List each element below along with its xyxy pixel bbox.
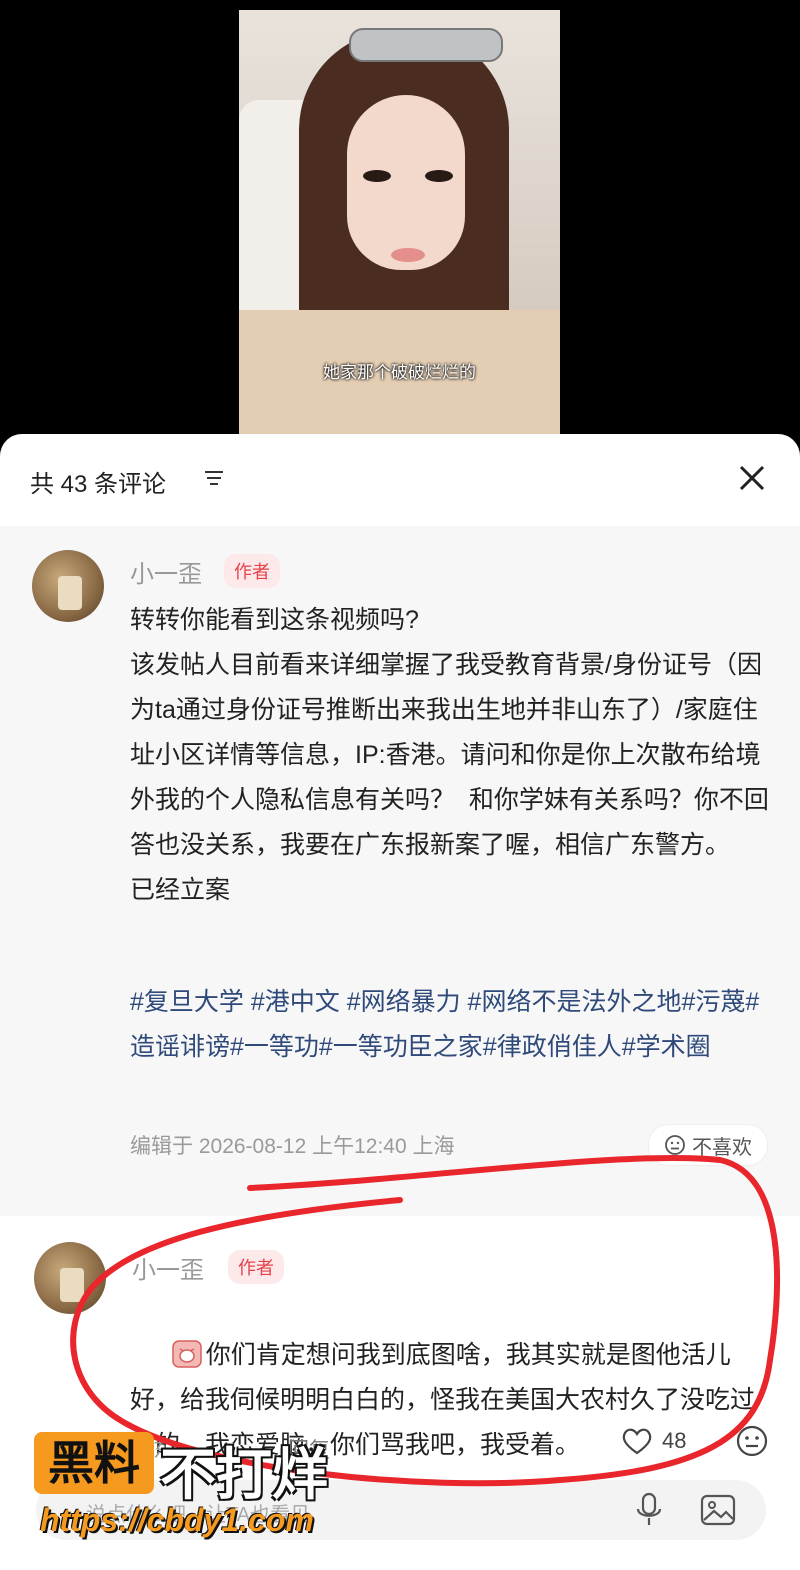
comment-hashtags[interactable]: #复旦大学 #港中文 #网络暴力 #网络不是法外之地#污蔑#造谣诽谤#一等功#一… xyxy=(130,980,770,1070)
video-sunglasses xyxy=(349,28,503,62)
author-badge: 作者 xyxy=(228,1250,284,1284)
avatar[interactable] xyxy=(34,1242,106,1314)
comment-meta: 编辑于 2026-08-12 上午12:40 上海 xyxy=(130,1135,455,1158)
author-badge: 作者 xyxy=(224,554,280,588)
neutral-face-icon[interactable] xyxy=(735,1424,769,1458)
video-player[interactable]: 她家那个破破烂烂的 xyxy=(0,0,800,470)
close-icon[interactable] xyxy=(736,462,768,494)
video-person-face xyxy=(347,95,465,270)
watermark-url: https://cbdy1.com xyxy=(40,1502,314,1538)
sort-filter-icon[interactable] xyxy=(203,467,225,489)
like-button[interactable]: 48 xyxy=(620,1426,686,1456)
dislike-label: 不喜欢 xyxy=(692,1136,752,1159)
comment-username[interactable]: 小一歪 xyxy=(132,1250,204,1285)
comments-sheet: 共 43 条评论 小一歪 作者 转转你能看到这条视频吗? 该发帖人目前看来详细掌… xyxy=(0,434,800,1570)
comment-body: 转转你能看到这条视频吗? 该发帖人目前看来详细掌握了我受教育背景/身份证号（因为… xyxy=(130,606,769,904)
neutral-face-icon xyxy=(665,1135,685,1155)
watermark-badge: 黑料 xyxy=(34,1432,154,1494)
like-count: 48 xyxy=(662,1428,687,1453)
video-frame[interactable]: 她家那个破破烂烂的 xyxy=(239,10,560,450)
video-person-lips xyxy=(391,248,425,262)
image-icon[interactable] xyxy=(700,1494,736,1526)
crying-emoji-icon xyxy=(171,1340,202,1368)
video-subtitle: 她家那个破破烂烂的 xyxy=(323,363,476,382)
comment-username[interactable]: 小一歪 xyxy=(130,554,202,589)
watermark-text: 不打烊 xyxy=(160,1443,328,1506)
heart-icon xyxy=(622,1428,652,1455)
avatar[interactable] xyxy=(32,550,104,622)
comments-header: 共 43 条评论 xyxy=(0,434,800,526)
pinned-author-comment[interactable]: 小一歪 作者 转转你能看到这条视频吗? 该发帖人目前看来详细掌握了我受教育背景/… xyxy=(0,526,800,1216)
video-person-eye-right xyxy=(425,170,453,182)
comment-count-title: 共 43 条评论 xyxy=(30,471,167,498)
dislike-button[interactable]: 不喜欢 xyxy=(648,1124,768,1166)
video-person-eye-left xyxy=(363,170,391,182)
microphone-icon[interactable] xyxy=(632,1492,666,1528)
